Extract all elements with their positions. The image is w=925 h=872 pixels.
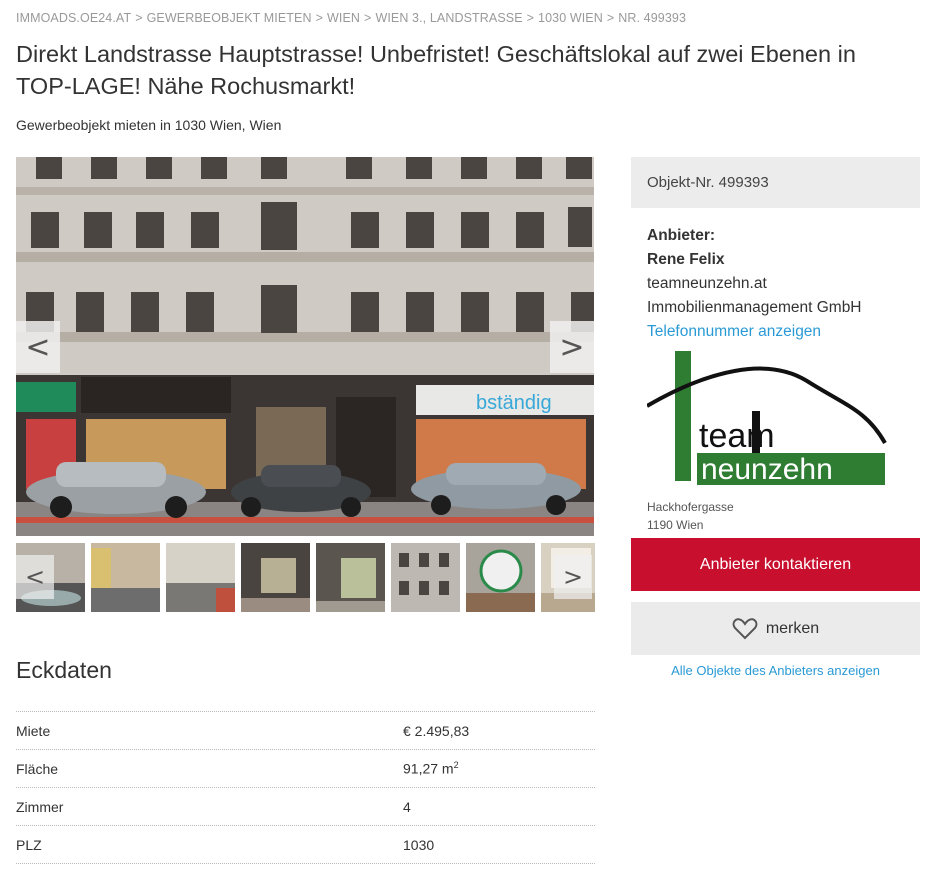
- shop-sign-text: bständig: [476, 392, 552, 414]
- gallery-next-button[interactable]: >: [550, 321, 594, 373]
- logo-text-neunzehn: neunzehn: [701, 453, 833, 486]
- fact-row-plz: PLZ 1030: [16, 825, 595, 864]
- fact-value-area: 91,27 m2: [403, 760, 459, 777]
- thumbnail-3[interactable]: [166, 543, 235, 612]
- thumbnail-strip: [16, 543, 595, 612]
- thumbnail-7[interactable]: [466, 543, 535, 612]
- contact-provider-button[interactable]: Anbieter kontaktieren: [631, 538, 920, 591]
- save-listing-button[interactable]: merken: [631, 602, 920, 655]
- address-street: Hackhofergasse: [647, 500, 734, 514]
- breadcrumb-item-zip[interactable]: 1030 WIEN: [538, 11, 603, 25]
- breadcrumb-item-city[interactable]: WIEN: [327, 11, 360, 25]
- provider-company-line-2: Immobilienmanagement GmbH: [647, 299, 862, 316]
- logo-text-team: team: [699, 417, 775, 455]
- gallery-prev-button[interactable]: <: [16, 321, 60, 373]
- fact-row-miete: Miete € 2.495,83: [16, 711, 595, 749]
- breadcrumb-item-category[interactable]: GEWERBEOBJEKT MIETEN: [147, 11, 312, 25]
- breadcrumb-separator: >: [135, 11, 143, 25]
- fact-value: 4: [403, 798, 411, 815]
- thumbnail-prev-button[interactable]: <: [16, 555, 54, 599]
- eckdaten-heading: Eckdaten: [16, 657, 112, 683]
- main-gallery-image[interactable]: bständig: [16, 157, 594, 536]
- provider-name: Rene Felix: [647, 251, 725, 268]
- page-title: Direkt Landstrasse Hauptstrasse! Unbefri…: [16, 41, 856, 99]
- thumbnail-6[interactable]: [391, 543, 460, 612]
- thumbnail-5[interactable]: [316, 543, 385, 612]
- provider-address: Hackhofergasse 1190 Wien: [647, 498, 734, 534]
- breadcrumb: IMMOADS.OE24.AT > GEWERBEOBJEKT MIETEN > WIE…: [16, 11, 686, 25]
- breadcrumb-separator: >: [526, 11, 535, 25]
- breadcrumb-separator: >: [606, 11, 615, 25]
- fact-row-flaeche: Fläche 91,27 m2: [16, 749, 595, 787]
- provider-info: Anbieter: Rene Felix teamneunzehn.at Imm…: [631, 208, 920, 360]
- fact-label: Miete: [16, 722, 51, 739]
- fact-value: € 2.495,83: [403, 722, 470, 739]
- unit-superscript: 2: [453, 760, 459, 771]
- thumbnail-next-button[interactable]: >: [554, 555, 592, 599]
- provider-heading: Anbieter:: [647, 227, 716, 244]
- provider-company-line-1: teamneunzehn.at: [647, 275, 767, 292]
- breadcrumb-separator: >: [315, 11, 323, 25]
- fact-label: PLZ: [16, 836, 42, 853]
- object-number: Objekt-Nr. 499393: [631, 157, 920, 208]
- provider-logo: team neunzehn: [645, 351, 887, 491]
- fact-row-zimmer: Zimmer 4: [16, 787, 595, 825]
- breadcrumb-item-district[interactable]: WIEN 3., LANDSTRASSE: [375, 11, 522, 25]
- address-city: 1190 Wien: [647, 518, 704, 532]
- fact-label: Fläche: [16, 760, 59, 777]
- breadcrumb-item-current: NR. 499393: [618, 11, 686, 25]
- breadcrumb-separator: >: [364, 11, 372, 25]
- all-provider-listings-link[interactable]: Alle Objekte des Anbieters anzeigen: [631, 663, 920, 678]
- listing-subtitle: Gewerbeobjekt mieten in 1030 Wien, Wien: [16, 117, 282, 133]
- breadcrumb-item-portal[interactable]: IMMOADS.OE24.AT: [16, 11, 131, 25]
- fact-label: Zimmer: [16, 798, 64, 815]
- eckdaten-table: Miete € 2.495,83 Fläche 91,27 m2 Zimmer …: [16, 711, 595, 864]
- thumbnail-4[interactable]: [241, 543, 310, 612]
- show-phone-link[interactable]: Telefonnummer anzeigen: [647, 323, 821, 340]
- provider-sidebar: Objekt-Nr. 499393 Anbieter: Rene Felix t…: [631, 157, 920, 360]
- fact-value: 1030: [403, 836, 435, 853]
- thumbnail-2[interactable]: [91, 543, 160, 612]
- heart-icon: [732, 617, 758, 639]
- fact-value: 91,27 m: [403, 760, 454, 777]
- save-label: merken: [765, 619, 820, 637]
